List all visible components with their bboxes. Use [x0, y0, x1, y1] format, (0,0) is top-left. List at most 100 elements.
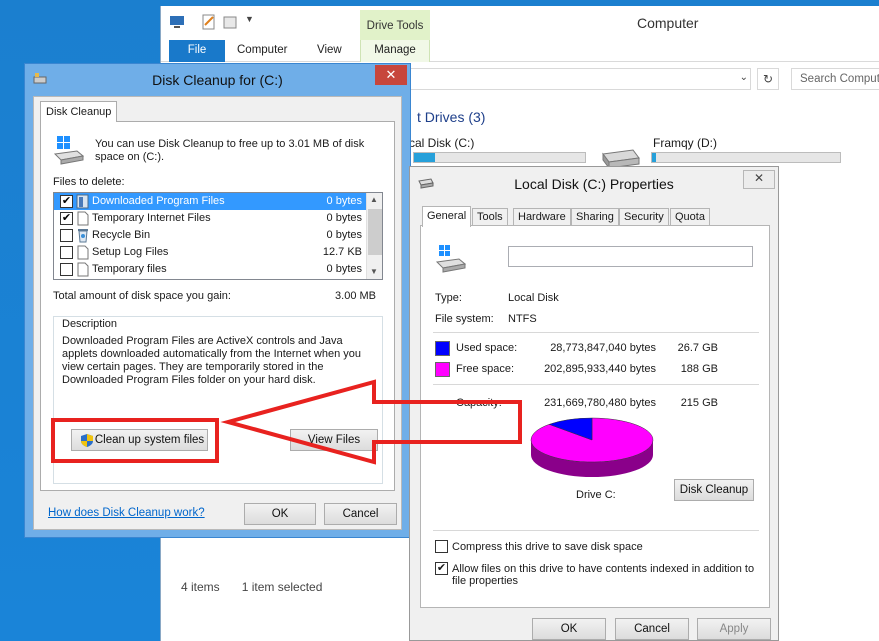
drive-label: Drive C: — [576, 489, 616, 501]
checkbox[interactable] — [60, 263, 73, 276]
file-icon — [77, 245, 89, 260]
capacity-bytes: 231,669,780,480 bytes — [544, 397, 656, 409]
free-space-swatch — [435, 362, 450, 377]
uac-shield-icon — [81, 434, 93, 447]
description-text: Downloaded Program Files are ActiveX con… — [62, 335, 362, 386]
disk-cleanup-button[interactable]: Disk Cleanup — [674, 479, 754, 501]
tab-file[interactable]: File — [169, 40, 225, 62]
tab-disk-cleanup[interactable]: Disk Cleanup — [40, 101, 118, 122]
tab-sharing[interactable]: Sharing — [571, 208, 619, 226]
tab-hardware[interactable]: Hardware — [513, 208, 571, 226]
button-label: Clean up system files — [94, 434, 205, 446]
ok-button[interactable]: OK — [532, 618, 606, 640]
file-name: Downloaded Program Files — [92, 195, 225, 207]
free-space-bytes: 202,895,933,440 bytes — [544, 363, 656, 375]
tab-manage[interactable]: Manage — [360, 40, 430, 62]
capacity-label: Capacity: — [456, 397, 502, 409]
dialog-title: Local Disk (C:) Properties — [514, 176, 674, 192]
customize-toolbar-icon[interactable]: ▼ — [245, 14, 261, 30]
search-input[interactable]: Search Comput — [791, 68, 879, 90]
computer-icon — [170, 16, 184, 28]
status-item-count: 4 items — [181, 580, 220, 594]
tab-page: You can use Disk Cleanup to free up to 3… — [40, 121, 395, 491]
checkbox[interactable]: ✔ — [60, 212, 73, 225]
file-size: 0 bytes — [326, 212, 362, 224]
properties-icon[interactable] — [201, 14, 217, 30]
divider — [433, 332, 759, 333]
tab-quota[interactable]: Quota — [670, 208, 710, 226]
how-disk-cleanup-works-link[interactable]: How does Disk Cleanup work? — [48, 507, 205, 519]
folder-icon[interactable] — [222, 14, 238, 30]
total-label: Total amount of disk space you gain: — [53, 290, 231, 302]
used-space-swatch — [435, 341, 450, 356]
index-label: Allow files on this drive to have conten… — [452, 563, 755, 587]
drive-c-usage-bar — [413, 152, 586, 163]
status-selected-count: 1 item selected — [241, 580, 323, 594]
total-value: 3.00 MB — [335, 290, 376, 302]
disk-cleanup-dialog: Disk Cleanup for (C:) ✕ Disk Cleanup You… — [24, 63, 411, 538]
scroll-up-icon[interactable]: ▲ — [370, 195, 378, 204]
explorer-title: Computer — [637, 15, 699, 31]
list-item[interactable]: Temporary files 0 bytes — [54, 261, 368, 278]
file-icon — [77, 211, 89, 226]
used-space-gb: 26.7 GB — [677, 342, 718, 354]
type-label: Type: — [435, 292, 462, 304]
tab-tools[interactable]: Tools — [472, 208, 508, 226]
compress-label: Compress this drive to save disk space — [452, 541, 643, 553]
dialog-body: Disk Cleanup You can use Disk Cleanup to… — [33, 96, 402, 530]
drive-properties-dialog: Local Disk (C:) Properties ✕ General Too… — [409, 166, 779, 641]
type-value: Local Disk — [508, 292, 559, 304]
folder-icon — [76, 194, 89, 209]
ok-button[interactable]: OK — [244, 503, 316, 525]
status-bar: 4 items 1 item selected — [181, 580, 322, 594]
general-tab-page: Type: Local Disk File system: NTFS Used … — [420, 225, 770, 608]
description-group: Description Downloaded Program Files are… — [53, 316, 383, 484]
free-space-gb: 188 GB — [680, 363, 718, 375]
list-item[interactable]: Setup Log Files 12.7 KB — [54, 244, 368, 261]
drive-d-label[interactable]: Framqy (D:) — [653, 136, 717, 150]
drive-c-label[interactable]: cal Disk (C:) — [409, 136, 474, 150]
file-icon — [77, 262, 89, 277]
list-scrollbar[interactable]: ▲ ▼ — [366, 193, 382, 279]
recycle-bin-icon — [78, 229, 88, 243]
dialog-title: Disk Cleanup for (C:) — [152, 72, 283, 88]
tab-view[interactable]: View — [317, 40, 342, 62]
checkbox[interactable] — [60, 229, 73, 242]
divider — [433, 384, 759, 385]
checkbox[interactable]: ✔ — [60, 195, 73, 208]
description-legend: Description — [60, 318, 120, 330]
used-space-label: Used space: — [456, 342, 518, 354]
drive-name-input[interactable] — [508, 246, 753, 267]
scroll-thumb[interactable] — [368, 209, 382, 255]
clean-up-system-files-button[interactable]: Clean up system files — [71, 429, 208, 451]
compress-checkbox[interactable] — [435, 540, 448, 553]
scroll-down-icon[interactable]: ▼ — [370, 267, 378, 276]
tab-computer[interactable]: Computer — [237, 40, 288, 62]
close-button[interactable]: ✕ — [375, 65, 407, 85]
divider — [433, 530, 759, 531]
checkbox[interactable] — [60, 246, 73, 259]
apply-button[interactable]: Apply — [697, 618, 771, 640]
file-size: 0 bytes — [326, 195, 362, 207]
intro-text: You can use Disk Cleanup to free up to 3… — [95, 138, 365, 163]
list-item[interactable]: ✔ Downloaded Program Files 0 bytes — [54, 193, 368, 210]
refresh-icon[interactable]: ↻ — [757, 68, 779, 90]
view-files-button[interactable]: View Files — [290, 429, 378, 451]
tab-security[interactable]: Security — [619, 208, 669, 226]
index-checkbox[interactable]: ✔ — [435, 562, 448, 575]
explorer-titlebar: ▼ Drive Tools Computer — [161, 6, 879, 40]
cancel-button[interactable]: Cancel — [324, 503, 397, 525]
tab-general[interactable]: General — [422, 206, 472, 227]
list-item[interactable]: ✔ Temporary Internet Files 0 bytes — [54, 210, 368, 227]
chevron-down-icon[interactable]: ⌄ — [740, 72, 748, 83]
files-list[interactable]: ✔ Downloaded Program Files 0 bytes ✔ Tem… — [53, 192, 383, 280]
free-space-label: Free space: — [456, 363, 515, 375]
windows-drive-icon — [435, 245, 467, 273]
disk-usage-pie-chart — [530, 417, 654, 477]
close-button[interactable]: ✕ — [743, 170, 775, 189]
drive-d-usage-bar — [651, 152, 841, 163]
file-size: 12.7 KB — [322, 246, 362, 258]
cancel-button[interactable]: Cancel — [615, 618, 689, 640]
used-space-bytes: 28,773,847,040 bytes — [550, 342, 656, 354]
list-item[interactable]: Recycle Bin 0 bytes — [54, 227, 368, 244]
